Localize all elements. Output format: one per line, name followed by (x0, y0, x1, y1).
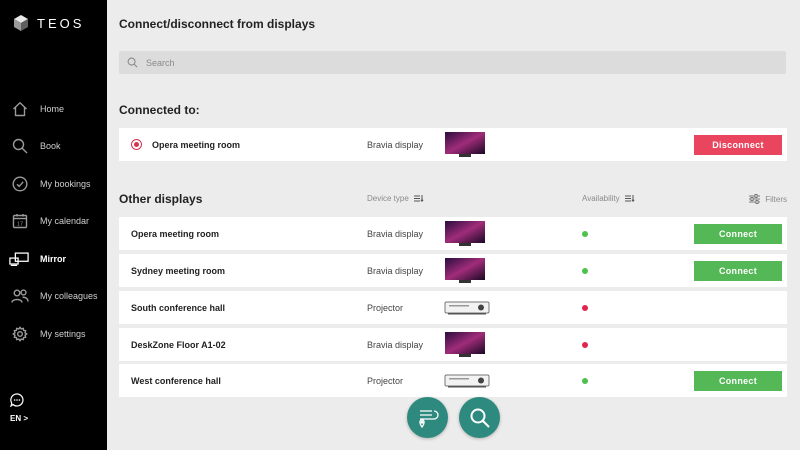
sidebar-item-my-settings[interactable]: My settings (0, 315, 107, 353)
sidebar-item-label: Book (40, 141, 61, 152)
sidebar-item-label: My colleagues (40, 291, 98, 302)
search-input[interactable] (146, 57, 746, 68)
room-name: Sydney meeting room (131, 265, 226, 276)
mirror-icon (9, 250, 29, 268)
sort-icon (624, 195, 635, 202)
tv-thumbnail (445, 258, 485, 283)
room-name: Opera meeting room (131, 228, 220, 239)
search-displays-button[interactable] (459, 397, 500, 438)
search-icon (127, 57, 138, 68)
filters-label: Filters (765, 194, 787, 204)
available-status-dot (582, 230, 588, 237)
gear-icon (11, 325, 29, 343)
check-circle-icon (11, 175, 29, 193)
connect-button[interactable]: Connect (694, 260, 782, 281)
sidebar-item-my-colleagues[interactable]: My colleagues (0, 278, 107, 316)
home-icon (11, 100, 29, 118)
page-title: Connect/disconnect from displays (119, 17, 316, 31)
device-type: Bravia display (367, 339, 424, 350)
sidebar-item-book[interactable]: Book (0, 128, 107, 166)
sidebar-item-label: My settings (40, 328, 86, 339)
tv-thumbnail (445, 132, 485, 157)
connect-button[interactable]: Connect (694, 223, 782, 244)
map-route-button[interactable] (407, 397, 448, 438)
sidebar-nav: Home Book My bookings 17 My calendar Mir… (0, 90, 107, 353)
svg-text:17: 17 (17, 222, 23, 228)
device-type-column-header[interactable]: Device type (367, 194, 424, 203)
people-icon (11, 287, 29, 305)
tv-thumbnail (445, 221, 485, 246)
unavailable-status-dot (582, 341, 588, 348)
unavailable-status-dot (582, 304, 588, 311)
brand-name: TEOS (37, 15, 85, 31)
logo[interactable]: TEOS (13, 14, 84, 32)
filters-button[interactable]: Filters (749, 194, 787, 204)
connected-display-row[interactable]: Opera meeting room Bravia display Discon… (119, 128, 787, 161)
filter-sliders-icon (749, 194, 761, 204)
sidebar-item-my-bookings[interactable]: My bookings (0, 165, 107, 203)
device-type: Bravia display (367, 139, 424, 150)
room-name: Opera meeting room (152, 139, 241, 150)
sidebar-item-mirror[interactable]: Mirror (0, 240, 107, 278)
device-type: Bravia display (367, 265, 424, 276)
logo-icon (14, 15, 28, 31)
language-selector[interactable]: EN > (10, 414, 28, 423)
room-name: West conference hall (131, 375, 221, 386)
tv-thumbnail (445, 332, 485, 357)
device-type: Bravia display (367, 228, 424, 239)
display-row[interactable]: DeskZone Floor A1-02 Bravia display (119, 328, 787, 361)
sidebar-item-label: My calendar (40, 216, 90, 227)
available-status-dot (582, 377, 588, 384)
sidebar-item-my-calendar[interactable]: 17 My calendar (0, 203, 107, 241)
column-label: Device type (367, 194, 409, 203)
search-icon (11, 137, 29, 155)
projector-thumbnail (444, 301, 490, 315)
display-row[interactable]: Opera meeting room Bravia display Connect (119, 217, 787, 250)
room-name: DeskZone Floor A1-02 (131, 339, 226, 350)
device-type: Projector (367, 302, 404, 313)
connected-section-title: Connected to: (119, 103, 200, 117)
map-route-icon (418, 409, 439, 428)
display-row[interactable]: West conference hall Projector Connect (119, 364, 787, 397)
sidebar-item-label: My bookings (40, 178, 91, 189)
connected-radio[interactable] (131, 139, 142, 150)
sidebar: TEOS Home Book My bookings 17 My calenda… (0, 0, 107, 450)
sidebar-item-label: Mirror (40, 253, 67, 264)
device-type: Projector (367, 375, 404, 386)
search-icon (470, 408, 490, 428)
projector-thumbnail (444, 374, 490, 388)
sort-icon (413, 195, 424, 202)
room-name: South conference hall (131, 302, 226, 313)
other-section-title: Other displays (119, 192, 203, 206)
display-row[interactable]: South conference hall Projector (119, 291, 787, 324)
calendar-icon: 17 (11, 212, 29, 230)
disconnect-button[interactable]: Disconnect (694, 134, 782, 155)
column-label: Availability (582, 194, 620, 203)
sidebar-item-home[interactable]: Home (0, 90, 107, 128)
connect-button[interactable]: Connect (694, 370, 782, 391)
search-bar[interactable] (119, 51, 786, 74)
sidebar-item-label: Home (40, 103, 65, 114)
available-status-dot (582, 267, 588, 274)
availability-column-header[interactable]: Availability (582, 194, 635, 203)
chat-icon[interactable] (10, 393, 24, 407)
display-row[interactable]: Sydney meeting room Bravia display Connect (119, 254, 787, 287)
main-content: Connect/disconnect from displays Connect… (107, 0, 800, 450)
